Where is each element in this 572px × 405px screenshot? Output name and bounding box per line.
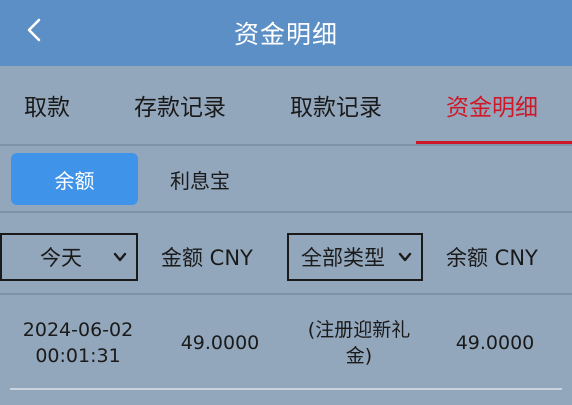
chevron-down-icon [113, 252, 127, 262]
type-select-value: 全部类型 [301, 246, 385, 270]
divider [10, 388, 562, 390]
date-select[interactable]: 今天 [0, 233, 138, 281]
balance-column-label: 余额 CNY [446, 246, 538, 270]
tab-fund-details[interactable]: 资金明细 [446, 66, 538, 144]
row-datetime: 2024-06-02 00:01:31 [8, 315, 148, 371]
amount-column-label: 金额 CNY [161, 246, 253, 270]
row-type-line1: (注册迎新礼 [307, 319, 411, 341]
filter-row: 今天 金额 CNY 全部类型 余额 CNY [0, 213, 572, 293]
subtab-interest[interactable]: 利息宝 [150, 153, 250, 205]
row-type: (注册迎新礼 金) [292, 315, 426, 371]
row-type-line2: 金) [345, 345, 373, 367]
app-header: 资金明细 [0, 0, 572, 66]
sub-tabs: 余额 利息宝 [0, 146, 572, 210]
back-button[interactable] [14, 10, 54, 50]
chevron-left-icon [27, 18, 41, 42]
tab-deposit-records[interactable]: 存款记录 [134, 66, 226, 144]
main-tabs: 取款 存款记录 取款记录 资金明细 [0, 66, 572, 144]
row-time: 00:01:31 [35, 345, 121, 367]
tab-withdraw-records[interactable]: 取款记录 [290, 66, 382, 144]
row-amount: 49.0000 [180, 332, 260, 354]
type-select[interactable]: 全部类型 [287, 233, 423, 281]
table-row: 2024-06-02 00:01:31 49.0000 (注册迎新礼 金) 49… [0, 295, 572, 387]
row-date: 2024-06-02 [22, 319, 134, 341]
chevron-down-icon [398, 252, 412, 262]
page-title: 资金明细 [233, 20, 338, 49]
date-select-value: 今天 [40, 246, 82, 270]
tab-withdraw[interactable]: 取款 [24, 66, 70, 144]
row-balance: 49.0000 [455, 332, 535, 354]
subtab-balance[interactable]: 余额 [11, 153, 138, 205]
